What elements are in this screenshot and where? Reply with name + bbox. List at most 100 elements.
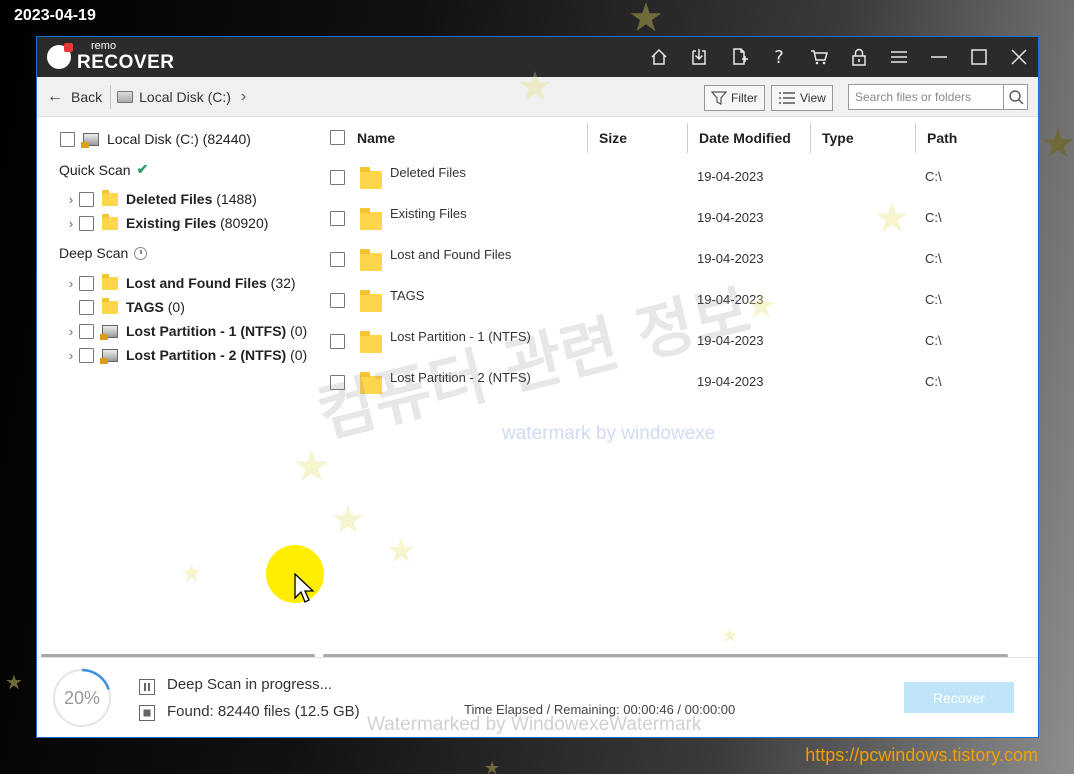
watermark-star-icon: ★ xyxy=(721,623,739,647)
menu-icon[interactable] xyxy=(879,37,919,77)
search-icon[interactable] xyxy=(1003,85,1027,109)
tree-item-name: Lost Partition - 1 (NTFS) xyxy=(126,323,287,339)
help-icon[interactable]: ? xyxy=(759,37,799,77)
disk-icon xyxy=(117,90,134,103)
row-checkbox[interactable] xyxy=(330,252,345,267)
search-box xyxy=(848,84,1028,110)
filter-icon xyxy=(711,91,727,105)
checkbox[interactable] xyxy=(79,275,94,291)
tree-root[interactable]: Local Disk (C:) (82440) xyxy=(60,129,251,149)
row-path: C:\ xyxy=(925,251,942,266)
folder-icon xyxy=(360,208,382,230)
row-date: 19-04-2023 xyxy=(697,374,764,389)
chevron-right-icon[interactable]: › xyxy=(63,192,79,207)
deep-scan-header: Deep Scan xyxy=(59,245,148,261)
close-icon[interactable] xyxy=(999,37,1038,77)
folder-icon xyxy=(360,249,382,271)
row-name: Deleted Files xyxy=(390,165,466,180)
checkbox[interactable] xyxy=(79,191,94,207)
home-icon[interactable] xyxy=(639,37,679,77)
row-checkbox[interactable] xyxy=(330,293,345,308)
deep-scan-label: Deep Scan xyxy=(59,245,129,261)
row-checkbox[interactable] xyxy=(330,334,345,349)
site-url: https://pcwindows.tistory.com xyxy=(805,745,1038,765)
background-star-icon: ★ xyxy=(484,758,501,774)
chevron-right-icon[interactable]: › xyxy=(63,276,79,291)
cart-icon[interactable] xyxy=(799,37,839,77)
status-divider xyxy=(37,657,1038,658)
folder-icon xyxy=(102,297,118,314)
chevron-right-icon[interactable]: › xyxy=(63,348,79,363)
quick-scan-label: Quick Scan xyxy=(59,161,131,178)
tree-item-name: Lost Partition - 2 (NTFS) xyxy=(126,347,287,363)
view-label: View xyxy=(800,91,826,105)
background-star-icon: ★ xyxy=(5,670,23,694)
tree-item-count: (32) xyxy=(270,275,296,291)
view-button[interactable]: View xyxy=(771,85,833,111)
tree-item-lost-and-found[interactable]: › Lost and Found Files (32) xyxy=(63,273,296,293)
table-header: Name Size Date Modified Type Path xyxy=(320,123,1038,153)
tree-item-existing-files[interactable]: › Existing Files (80920) xyxy=(63,213,268,233)
search-input[interactable] xyxy=(849,86,999,108)
tree-item-name: Existing Files xyxy=(126,215,217,231)
tree-item-count: (80920) xyxy=(220,215,269,231)
row-name: Existing Files xyxy=(390,206,467,221)
tree-item-tags[interactable]: TAGS (0) xyxy=(63,297,185,317)
download-icon[interactable] xyxy=(679,37,719,77)
column-header-path[interactable]: Path xyxy=(927,123,957,153)
pause-button[interactable] xyxy=(139,679,155,695)
watermark-star-icon: ★ xyxy=(745,286,778,327)
minimize-icon[interactable] xyxy=(919,37,959,77)
row-checkbox[interactable] xyxy=(330,211,345,226)
column-header-name[interactable]: Name xyxy=(357,123,395,153)
row-path: C:\ xyxy=(925,374,942,389)
back-arrow-icon: ← xyxy=(47,87,63,105)
row-path: C:\ xyxy=(925,292,942,307)
chevron-right-icon[interactable]: › xyxy=(241,88,246,106)
folder-icon xyxy=(102,189,118,206)
column-header-date-modified[interactable]: Date Modified xyxy=(699,123,791,153)
windowexe-watermark: watermark by windowexe xyxy=(502,423,716,444)
back-label: Back xyxy=(71,88,103,105)
column-header-size[interactable]: Size xyxy=(599,123,627,153)
row-path: C:\ xyxy=(925,333,942,348)
checkbox[interactable] xyxy=(79,323,94,339)
partition-drive-icon xyxy=(100,324,118,340)
row-name: Lost and Found Files xyxy=(390,247,512,262)
column-header-type[interactable]: Type xyxy=(822,123,854,153)
view-list-icon xyxy=(779,92,795,104)
chevron-right-icon[interactable]: › xyxy=(63,216,79,231)
filter-button[interactable]: Filter xyxy=(704,85,765,111)
recover-button[interactable]: Recover xyxy=(904,682,1014,713)
remo-logo-icon xyxy=(47,43,73,69)
breadcrumb-label: Local Disk (C:) xyxy=(139,88,231,105)
tree-item-lost-partition-1[interactable]: › Lost Partition - 1 (NTFS) (0) xyxy=(63,321,307,341)
watermark-star-icon: ★ xyxy=(386,531,417,571)
checkbox[interactable] xyxy=(79,347,94,363)
lock-icon[interactable] xyxy=(839,37,879,77)
chevron-right-icon[interactable]: › xyxy=(63,324,79,339)
row-checkbox[interactable] xyxy=(330,170,345,185)
tree-root-label: Local Disk (C:) (82440) xyxy=(107,131,251,147)
select-all-checkbox[interactable] xyxy=(330,130,345,145)
file-add-icon[interactable] xyxy=(719,37,759,77)
checkbox[interactable] xyxy=(79,299,94,315)
folder-icon xyxy=(360,167,382,189)
tree-item-name: TAGS xyxy=(126,299,164,315)
breadcrumb[interactable]: Local Disk (C:) › xyxy=(117,88,246,106)
checkbox[interactable] xyxy=(60,131,75,147)
table-row[interactable]: Deleted Files 19-04-2023 C:\ xyxy=(320,157,1038,198)
partition-drive-icon xyxy=(100,348,118,364)
folder-icon xyxy=(360,290,382,312)
tree-item-deleted-files[interactable]: › Deleted Files (1488) xyxy=(63,189,257,209)
stop-button[interactable] xyxy=(139,705,155,721)
tree-item-name: Lost and Found Files xyxy=(126,275,267,291)
tree-item-count: (0) xyxy=(167,299,185,315)
checkbox[interactable] xyxy=(79,215,94,231)
found-summary: Found: 82440 files (12.5 GB) xyxy=(167,703,360,720)
tree-item-lost-partition-2[interactable]: › Lost Partition - 2 (NTFS) (0) xyxy=(63,345,307,365)
table-row[interactable]: Existing Files 19-04-2023 C:\ xyxy=(320,198,1038,239)
back-button[interactable]: ← Back xyxy=(47,88,102,106)
folder-icon xyxy=(102,273,118,290)
maximize-icon[interactable] xyxy=(959,37,999,77)
